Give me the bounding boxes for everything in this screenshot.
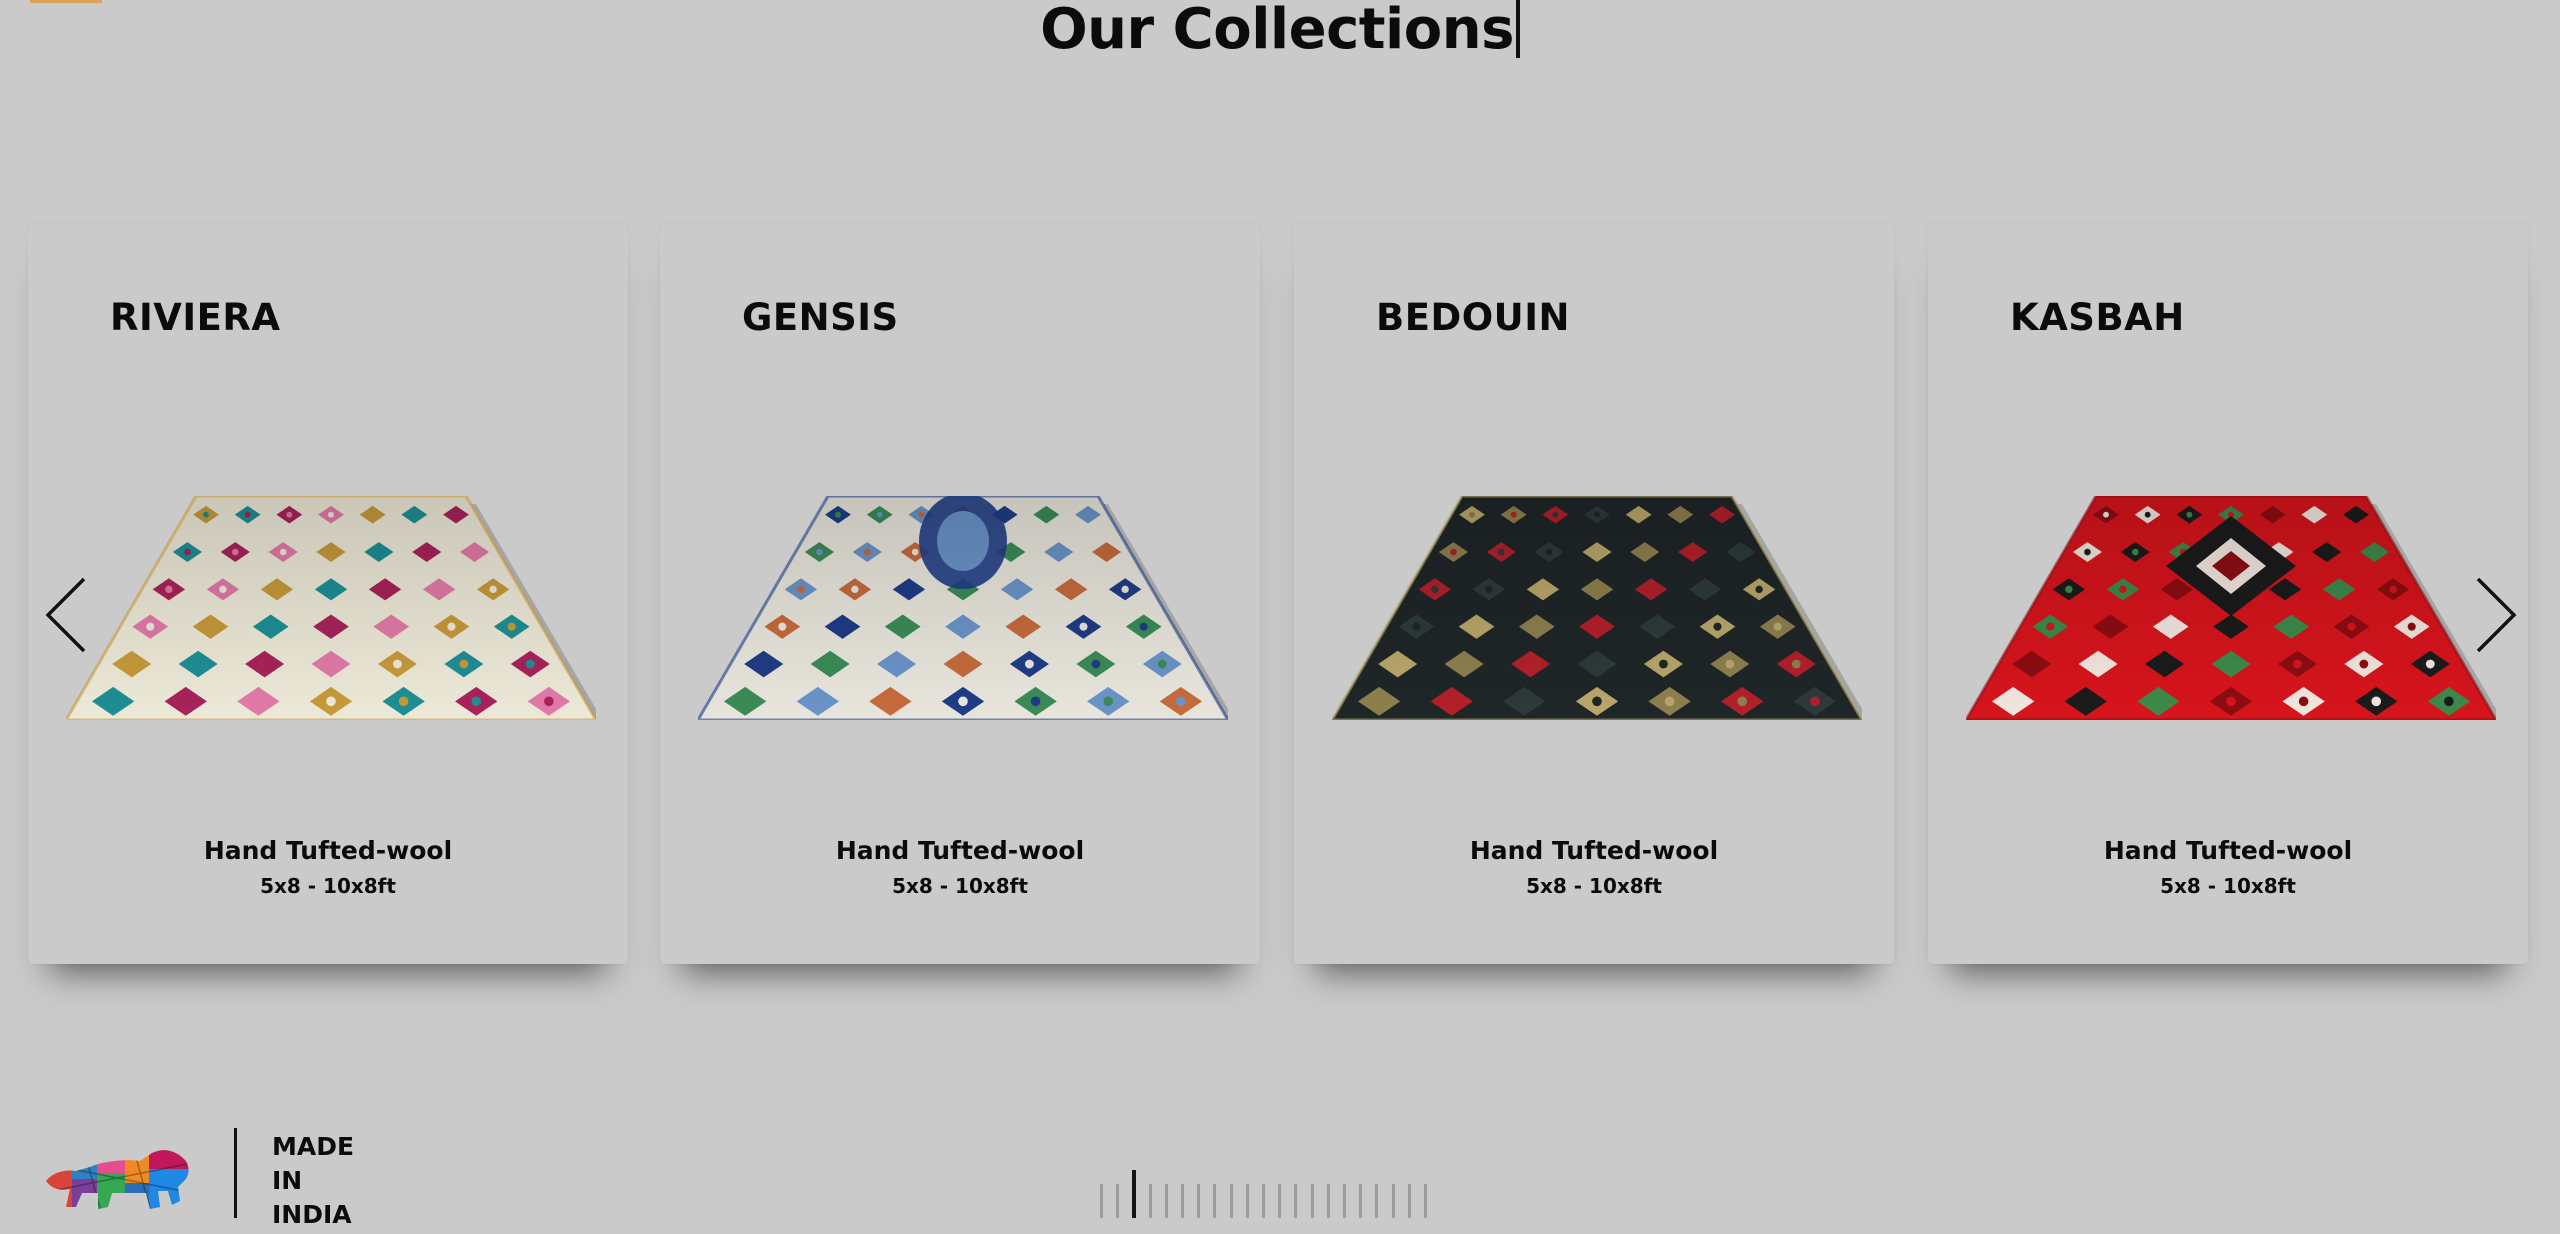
collection-size: 5x8 - 10x8ft (892, 874, 1028, 898)
pager-tick[interactable] (1310, 1184, 1314, 1218)
collection-material: Hand Tufted-wool (2103, 836, 2353, 865)
make-in-india-lion-icon (46, 1150, 189, 1210)
collection-material: Hand Tufted-wool (203, 836, 453, 865)
pager-tick[interactable] (1326, 1184, 1330, 1218)
pager-tick[interactable] (1262, 1184, 1265, 1218)
made-in-india-text: MADE IN INDIA (272, 1130, 354, 1232)
collection-material: Hand Tufted-wool (1469, 836, 1719, 865)
collection-size: 5x8 - 10x8ft (1526, 874, 1662, 898)
pager-tick[interactable] (1181, 1184, 1184, 1218)
brand-line-made: MADE (272, 1132, 355, 1161)
collection-name: GENSIS (742, 296, 899, 339)
previous-slide-button[interactable] (42, 575, 90, 655)
pager-tick[interactable] (1229, 1184, 1233, 1218)
collection-size: 5x8 - 10x8ft (260, 874, 396, 898)
pager-tick-active[interactable] (1132, 1170, 1137, 1218)
pager-tick[interactable] (1213, 1184, 1217, 1218)
collection-card-kasbah[interactable]: KASBAH Hand Tufted-wool 5x8 - 10x8ft (1928, 224, 2528, 964)
brand-line-india: INDIA (272, 1200, 352, 1229)
pager-tick[interactable] (1164, 1184, 1168, 1218)
pager-tick[interactable] (1407, 1184, 1411, 1218)
chevron-right-icon (2476, 577, 2517, 653)
collection-name: KASBAH (2010, 296, 2185, 339)
rug-image-kasbah (1966, 496, 2496, 720)
pager-tick[interactable] (1278, 1184, 1282, 1218)
page-title: Our Collections (0, 0, 2560, 58)
pager-tick[interactable] (1375, 1184, 1379, 1218)
collection-card-bedouin[interactable]: BEDOUIN Hand Tufted-wool 5x8 - 10x8ft (1294, 224, 1894, 964)
pager-tick[interactable] (1391, 1184, 1395, 1218)
next-slide-button[interactable] (2472, 575, 2520, 655)
pager-tick[interactable] (1294, 1184, 1298, 1218)
brand-divider (234, 1128, 237, 1218)
collection-size: 5x8 - 10x8ft (2160, 874, 2296, 898)
collection-name: RIVIERA (110, 296, 281, 339)
pager-tick[interactable] (1148, 1184, 1152, 1218)
rug-image-gensis (698, 496, 1228, 720)
text-caret (1515, 0, 1520, 58)
pager-tick[interactable] (1245, 1184, 1249, 1218)
pager-tick[interactable] (1343, 1184, 1346, 1218)
slide-pager (1100, 1168, 1460, 1218)
collection-material: Hand Tufted-wool (835, 836, 1085, 865)
chevron-left-icon (45, 577, 86, 653)
brand-line-in: IN (272, 1166, 303, 1195)
pager-tick[interactable] (1100, 1184, 1103, 1218)
collection-card-riviera[interactable]: RIVIERA Hand Tufted-wool 5x8 - 10x8ft (28, 224, 628, 964)
rug-image-riviera (66, 496, 596, 720)
pager-tick[interactable] (1424, 1184, 1427, 1218)
pager-tick[interactable] (1359, 1184, 1363, 1218)
pager-tick[interactable] (1197, 1184, 1201, 1218)
collection-name: BEDOUIN (1376, 296, 1570, 339)
pager-tick[interactable] (1116, 1184, 1120, 1218)
collection-card-gensis[interactable]: GENSIS Hand Tufted-wool 5x8 - 10x8ft (660, 224, 1260, 964)
rug-image-bedouin (1332, 496, 1862, 720)
made-in-india-badge: MADE IN INDIA (42, 1128, 362, 1234)
